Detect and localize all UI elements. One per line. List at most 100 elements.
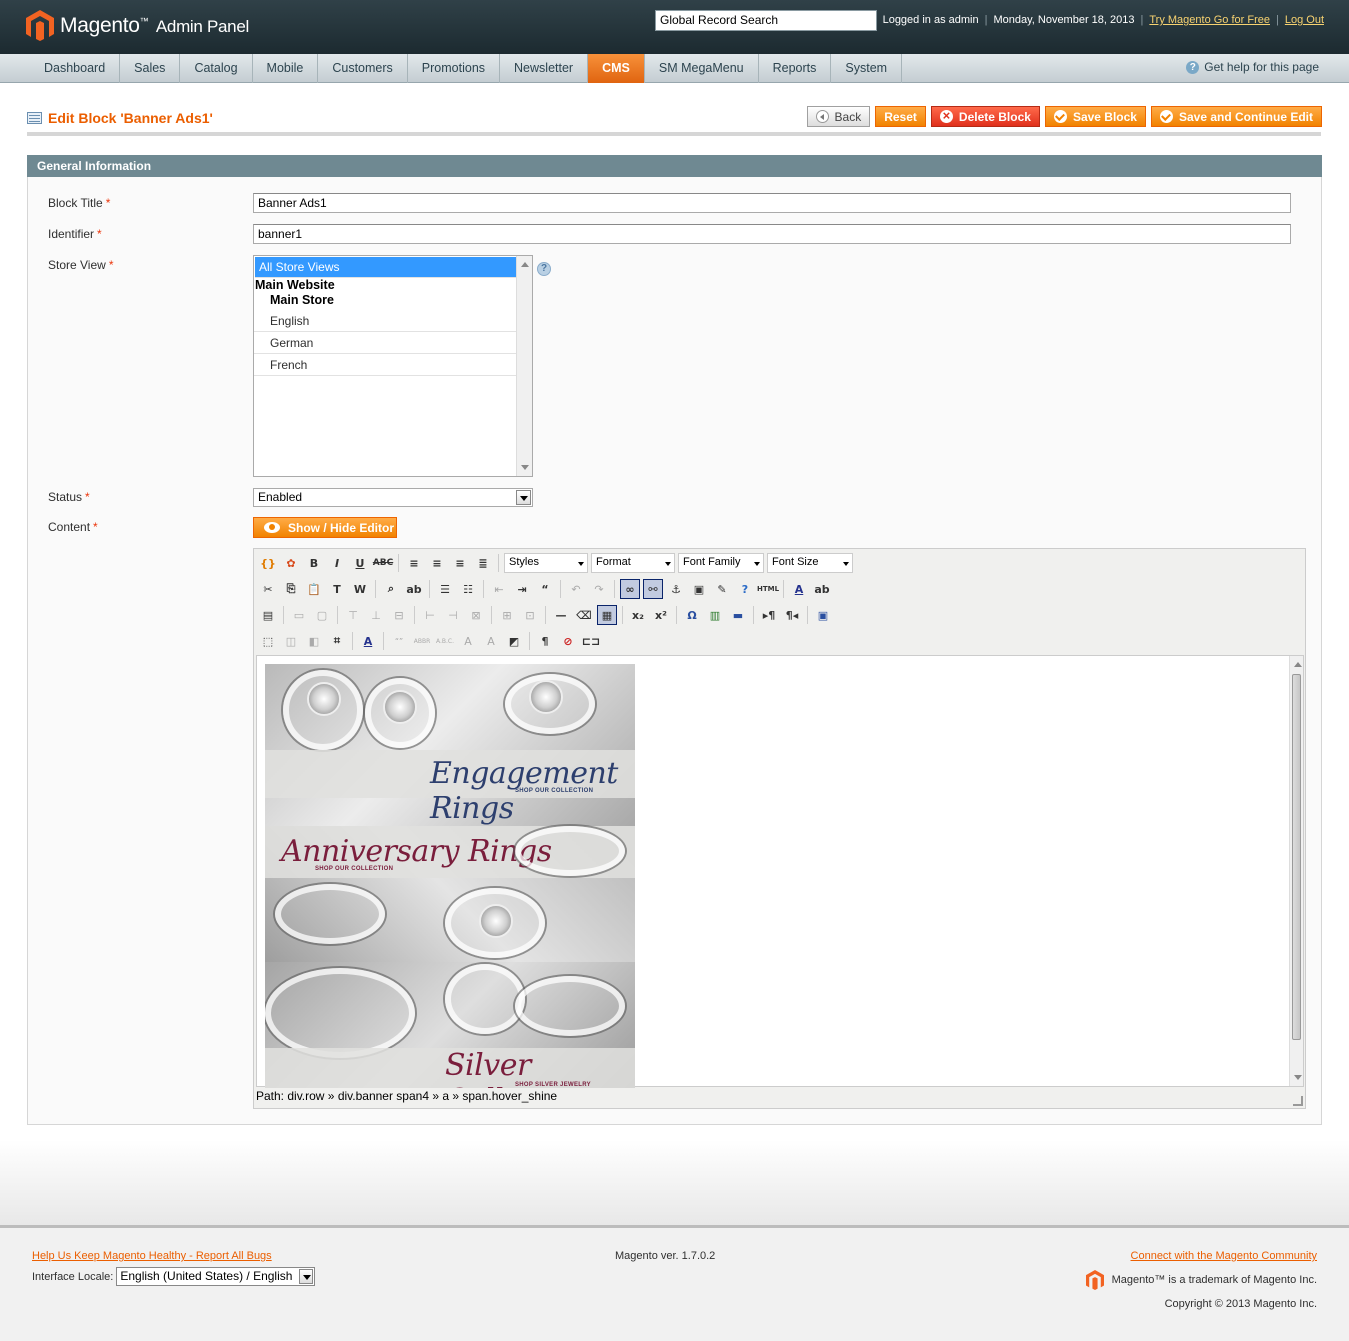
outdent-icon[interactable]: ⇤ [489, 579, 509, 599]
editor-content-area[interactable]: Engagement Rings SHOP OUR COLLECTION Ann… [256, 655, 1304, 1088]
banner-images[interactable]: Engagement Rings SHOP OUR COLLECTION Ann… [265, 664, 635, 1088]
align-center-icon[interactable]: ≡ [427, 553, 447, 573]
nav-item-system[interactable]: System [831, 54, 903, 83]
paste-word-icon[interactable]: W [350, 579, 370, 599]
redo-icon[interactable]: ↷ [589, 579, 609, 599]
ins-icon[interactable]: A [481, 631, 501, 651]
report-bugs-link[interactable]: Help Us Keep Magento Healthy - Report Al… [32, 1250, 272, 1262]
insert-col-before-icon[interactable]: ⊢ [420, 605, 440, 625]
media-icon[interactable]: ▥ [705, 605, 725, 625]
back-button[interactable]: Back [806, 106, 871, 127]
split-cells-icon[interactable]: ⊞ [497, 605, 517, 625]
store-option-german[interactable]: German [254, 332, 516, 354]
paste-icon[interactable]: 📋 [304, 579, 324, 599]
nav-item-promotions[interactable]: Promotions [408, 54, 501, 83]
rtl-icon[interactable]: ¶◂ [782, 605, 802, 625]
cell-props-icon[interactable]: ▢ [312, 605, 332, 625]
numbered-list-icon[interactable]: ☷ [458, 579, 478, 599]
superscript-icon[interactable]: x² [651, 605, 671, 625]
store-option-french[interactable]: French [254, 354, 516, 376]
find-icon[interactable]: ⌕ [381, 579, 401, 599]
try-magento-link[interactable]: Try Magento Go for Free [1149, 14, 1270, 26]
delete-row-icon[interactable]: ⊟ [389, 605, 409, 625]
status-select[interactable]: Enabled [253, 488, 533, 507]
fullscreen-icon[interactable]: ▣ [813, 605, 833, 625]
undo-icon[interactable]: ↶ [566, 579, 586, 599]
remove-format-icon[interactable]: ⌫ [574, 605, 594, 625]
blockquote-icon[interactable]: “ [535, 579, 555, 599]
help-link[interactable]: ? Get help for this page [1186, 60, 1319, 74]
styles-dropdown[interactable]: Styles [504, 553, 588, 573]
community-link[interactable]: Connect with the Magento Community [1131, 1250, 1317, 1262]
html-source-icon[interactable]: HTML [757, 579, 779, 599]
nav-item-sm-megamenu[interactable]: SM MegaMenu [645, 54, 759, 83]
block-title-input[interactable]: Banner Ads1 [253, 193, 1291, 213]
align-justify-icon[interactable]: ≣ [473, 553, 493, 573]
visual-aid-icon[interactable]: ▦ [597, 605, 617, 625]
del-icon[interactable]: A [458, 631, 478, 651]
insert-row-before-icon[interactable]: ⊤ [343, 605, 363, 625]
store-option-english[interactable]: English [254, 310, 516, 332]
anchor-icon[interactable]: ⚓ [666, 579, 686, 599]
delete-block-button[interactable]: Delete Block [930, 106, 1040, 127]
copy-icon[interactable]: ⎘ [281, 579, 301, 599]
variable-icon[interactable]: ✿ [281, 553, 301, 573]
global-search-input[interactable]: Global Record Search [655, 10, 877, 31]
banner-engagement[interactable]: Engagement Rings SHOP OUR COLLECTION [265, 664, 635, 826]
absolute-icon[interactable]: ⌗ [327, 631, 347, 651]
merge-cells-icon[interactable]: ⊡ [520, 605, 540, 625]
delete-col-icon[interactable]: ⊠ [466, 605, 486, 625]
bullet-list-icon[interactable]: ☰ [435, 579, 455, 599]
store-view-select[interactable]: All Store Views Main Website Main Store … [253, 255, 533, 477]
link-icon[interactable]: ∞ [620, 579, 640, 599]
advanced-hr-icon[interactable]: ▬ [728, 605, 748, 625]
locale-select[interactable]: English (United States) / English [116, 1267, 316, 1286]
move-forward-icon[interactable]: ◫ [281, 631, 301, 651]
nav-item-catalog[interactable]: Catalog [180, 54, 253, 83]
non-breaking-icon[interactable]: ⊘ [558, 631, 578, 651]
font-family-dropdown[interactable]: Font Family [678, 553, 764, 573]
store-view-scrollbar[interactable] [516, 256, 532, 476]
indent-icon[interactable]: ⇥ [512, 579, 532, 599]
insert-row-after-icon[interactable]: ⊥ [366, 605, 386, 625]
move-backward-icon[interactable]: ◧ [304, 631, 324, 651]
bold-icon[interactable]: B [304, 553, 324, 573]
nav-item-reports[interactable]: Reports [759, 54, 832, 83]
abbr-icon[interactable]: ABBR [412, 631, 432, 651]
row-props-icon[interactable]: ▭ [289, 605, 309, 625]
banner-silver[interactable]: Silver Collection SHOP SILVER JEWELRY [265, 962, 635, 1088]
align-left-icon[interactable]: ≡ [404, 553, 424, 573]
show-hide-editor-button[interactable]: Show / Hide Editor [253, 517, 397, 538]
image-icon[interactable]: ▣ [689, 579, 709, 599]
unlink-icon[interactable]: ⚯ [643, 579, 663, 599]
horizontal-rule-icon[interactable]: — [551, 605, 571, 625]
cite-icon[interactable]: “” [389, 631, 409, 651]
acronym-icon[interactable]: A.B.C. [435, 631, 455, 651]
subscript-icon[interactable]: x₂ [628, 605, 648, 625]
cut-icon[interactable]: ✂ [258, 579, 278, 599]
background-color-icon[interactable]: ab [812, 579, 832, 599]
insert-col-after-icon[interactable]: ⊣ [443, 605, 463, 625]
nav-item-customers[interactable]: Customers [318, 54, 408, 83]
pagebreak-icon[interactable]: ⊏⊐ [581, 631, 601, 651]
store-view-help-icon[interactable]: ? [537, 262, 551, 276]
banner-anniversary[interactable]: Anniversary Rings SHOP OUR COLLECTION [265, 826, 635, 962]
text-color-icon[interactable]: A [789, 579, 809, 599]
visual-chars-icon[interactable]: ¶ [535, 631, 555, 651]
help-icon[interactable]: ? [735, 579, 755, 599]
ltr-icon[interactable]: ▸¶ [759, 605, 779, 625]
editor-scrollbar[interactable] [1289, 656, 1303, 1086]
strikethrough-icon[interactable]: ABC [373, 553, 393, 573]
italic-icon[interactable]: I [327, 553, 347, 573]
store-option-all[interactable]: All Store Views [255, 257, 516, 278]
underline-icon[interactable]: U [350, 553, 370, 573]
save-continue-button[interactable]: Save and Continue Edit [1150, 106, 1322, 127]
nav-item-newsletter[interactable]: Newsletter [500, 54, 589, 83]
save-block-button[interactable]: Save Block [1044, 106, 1146, 127]
font-size-dropdown[interactable]: Font Size [767, 553, 853, 573]
nav-item-dashboard[interactable]: Dashboard [30, 54, 121, 83]
nav-item-cms[interactable]: CMS [588, 54, 645, 83]
style-props-icon[interactable]: A [358, 631, 378, 651]
cleanup-icon[interactable]: ✎ [712, 579, 732, 599]
paste-text-icon[interactable]: T [327, 579, 347, 599]
